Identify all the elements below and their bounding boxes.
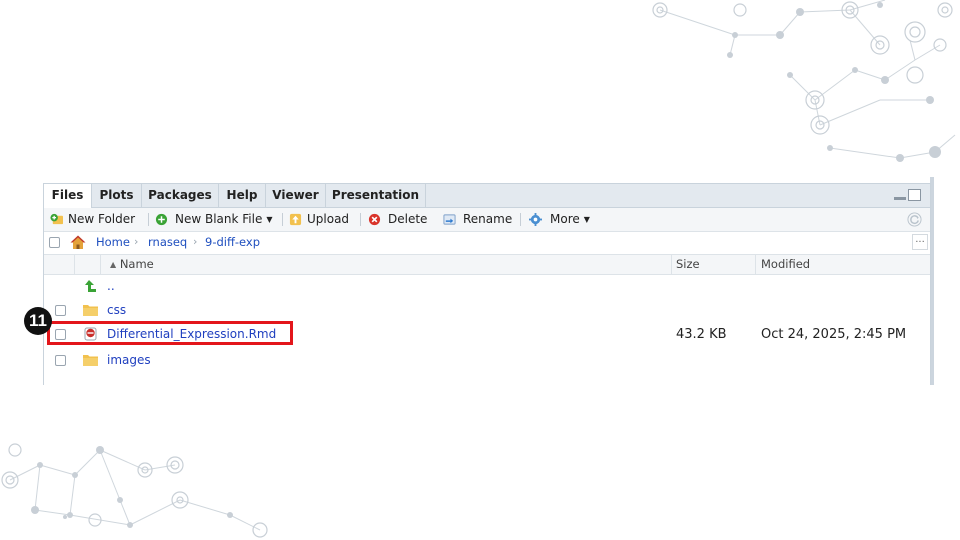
tab-files[interactable]: Files: [44, 184, 92, 208]
column-header-modified[interactable]: Modified: [761, 257, 810, 271]
breadcrumb-separator: ›: [193, 235, 198, 248]
upload-icon: [289, 213, 302, 226]
upload-button[interactable]: Upload: [289, 208, 349, 231]
delete-button[interactable]: Delete: [368, 208, 427, 231]
column-header-size[interactable]: Size: [676, 257, 700, 271]
add-circle-icon: [155, 213, 168, 226]
up-arrow-icon: [85, 280, 96, 292]
tab-packages[interactable]: Packages: [142, 184, 219, 207]
toolbar-separator: [360, 213, 361, 226]
refresh-icon[interactable]: [907, 212, 922, 227]
parent-directory-link[interactable]: ..: [107, 279, 115, 293]
network-decoration-top-right: [652, 0, 956, 162]
file-name-link[interactable]: images: [107, 353, 151, 367]
breadcrumb-9-diff-exp[interactable]: 9-diff-exp: [205, 235, 260, 249]
breadcrumb-rnaseq[interactable]: rnaseq: [148, 235, 187, 249]
select-all-checkbox[interactable]: [49, 237, 60, 248]
folder-icon: [83, 355, 98, 366]
breadcrumb-home[interactable]: Home: [96, 235, 130, 249]
breadcrumb: Home › rnaseq › 9-diff-exp ...: [44, 232, 930, 255]
file-size: 43.2 KB: [676, 327, 727, 342]
more-menu-button[interactable]: More ▼: [529, 208, 590, 231]
minimize-pane-button[interactable]: [894, 197, 906, 200]
column-header-name[interactable]: ▲ Name: [110, 257, 154, 271]
tab-help[interactable]: Help: [219, 184, 266, 207]
maximize-pane-button[interactable]: [908, 189, 921, 201]
toolbar-separator: [520, 213, 521, 226]
new-folder-label: New Folder: [68, 212, 136, 226]
tab-bar: Files Plots Packages Help Viewer Present…: [44, 184, 930, 208]
go-to-directory-button[interactable]: ...: [912, 234, 928, 250]
toolbar-separator: [148, 213, 149, 226]
new-folder-button[interactable]: New Folder: [50, 208, 135, 231]
file-row-css[interactable]: css: [44, 299, 930, 323]
file-modified: Oct 24, 2025, 2:45 PM: [761, 327, 907, 342]
files-toolbar: New Folder New Blank File ▼ Upload Delete: [44, 208, 930, 232]
step-number-badge: 11: [24, 307, 52, 335]
column-divider: [74, 255, 75, 274]
new-blank-file-button[interactable]: New Blank File ▼: [155, 208, 273, 231]
tab-plots[interactable]: Plots: [92, 184, 142, 207]
chevron-down-icon: ▼: [266, 215, 273, 224]
network-decoration-bottom-left: [1, 443, 268, 538]
file-list-header: ▲ Name Size Modified: [44, 255, 930, 275]
sort-ascending-icon: ▲: [110, 260, 117, 269]
tab-viewer[interactable]: Viewer: [266, 184, 326, 207]
delete-label: Delete: [388, 212, 428, 226]
file-name-link[interactable]: css: [107, 303, 126, 317]
column-divider: [671, 255, 672, 274]
delete-icon: [368, 213, 381, 226]
files-pane: Files Plots Packages Help Viewer Present…: [43, 183, 931, 385]
home-icon[interactable]: [70, 235, 86, 250]
rename-label: Rename: [463, 212, 513, 226]
column-divider: [755, 255, 756, 274]
upload-label: Upload: [307, 212, 350, 226]
highlight-box: [47, 321, 293, 345]
folder-icon: [83, 305, 98, 316]
tab-presentation[interactable]: Presentation: [326, 184, 426, 207]
gear-icon: [529, 213, 542, 226]
toolbar-separator: [282, 213, 283, 226]
parent-directory-row[interactable]: ..: [44, 275, 930, 299]
file-row-images[interactable]: images: [44, 349, 930, 373]
new-folder-icon: [50, 213, 63, 225]
new-blank-file-label: New Blank File: [175, 212, 263, 226]
breadcrumb-separator: ›: [134, 235, 139, 248]
rename-button[interactable]: Rename: [443, 208, 512, 231]
column-name-label: Name: [119, 257, 154, 271]
row-checkbox[interactable]: [55, 305, 66, 316]
rename-icon: [443, 214, 456, 225]
column-divider: [100, 255, 101, 274]
row-checkbox[interactable]: [55, 355, 66, 366]
chevron-down-icon: ▼: [583, 215, 590, 224]
more-label: More: [550, 212, 580, 226]
